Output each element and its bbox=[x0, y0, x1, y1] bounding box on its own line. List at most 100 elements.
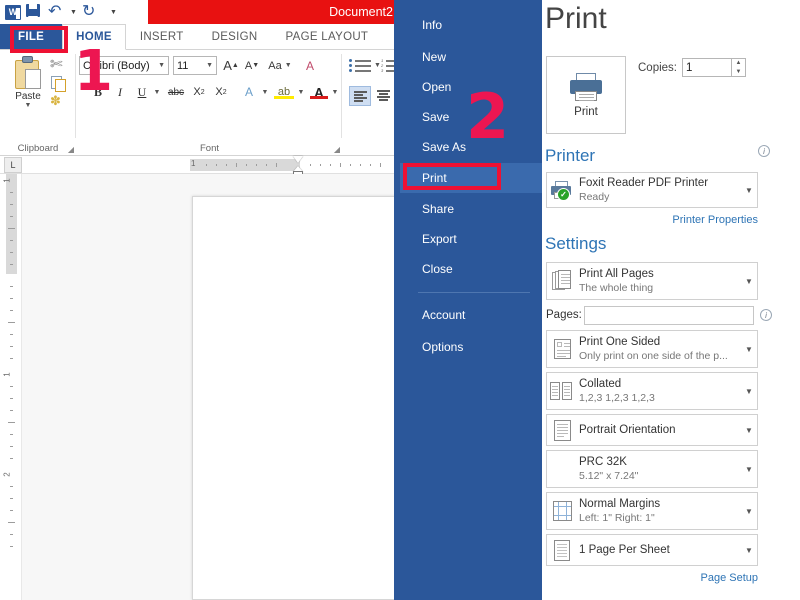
printer-properties-link[interactable]: Printer Properties bbox=[602, 214, 758, 226]
setting-margins-text: Normal Margins Left: 1" Right: 1" bbox=[577, 498, 741, 524]
copies-increment-icon[interactable]: ▲ bbox=[736, 60, 742, 66]
setting-pages-per-sheet-combo[interactable]: 1 Page Per Sheet ▼ bbox=[546, 534, 758, 566]
pages-row: Pages: i bbox=[546, 305, 776, 325]
document-canvas[interactable] bbox=[22, 174, 394, 600]
vertical-ruler[interactable]: 1 1 2 bbox=[0, 174, 22, 600]
setting-paper-size-combo[interactable]: PRC 32K 5.12" x 7.24" ▼ bbox=[546, 450, 758, 488]
paste-button[interactable]: Paste ▼ bbox=[8, 56, 48, 109]
font-dialog-launcher-icon[interactable]: ◢ bbox=[334, 145, 340, 154]
clear-formatting-icon[interactable]: A bbox=[299, 56, 321, 75]
ruler-track[interactable]: 1 bbox=[190, 156, 394, 176]
bullets-icon[interactable] bbox=[349, 58, 373, 72]
setting-print-range-dropdown-icon[interactable]: ▼ bbox=[741, 277, 757, 286]
printer-section-title: Printer bbox=[545, 146, 596, 165]
font-color-swatch bbox=[310, 96, 328, 99]
first-line-indent-marker[interactable] bbox=[293, 156, 303, 163]
setting-collate-combo[interactable]: Collated 1,2,3 1,2,3 1,2,3 ▼ bbox=[546, 372, 758, 410]
copies-stepper[interactable]: ▲ ▼ bbox=[732, 58, 746, 77]
align-left-icon[interactable] bbox=[349, 86, 371, 106]
setting-margins-main: Normal Margins bbox=[579, 498, 661, 510]
annotation-number-1: 1 bbox=[74, 39, 113, 104]
setting-sides-dropdown-icon[interactable]: ▼ bbox=[741, 345, 757, 354]
tab-design[interactable]: DESIGN bbox=[198, 24, 272, 49]
shrink-font-icon[interactable]: A ▼ bbox=[242, 56, 262, 75]
font-size-dropdown-icon[interactable]: ▼ bbox=[206, 62, 213, 69]
setting-paper-size-sub: 5.12" x 7.24" bbox=[579, 470, 639, 482]
setting-orientation-combo[interactable]: Portrait Orientation ▼ bbox=[546, 414, 758, 446]
pages-input[interactable] bbox=[584, 305, 754, 325]
pages-label: Pages: bbox=[546, 309, 582, 321]
horizontal-ruler[interactable]: L 1 bbox=[0, 156, 394, 176]
setting-print-range-main: Print All Pages bbox=[579, 268, 654, 280]
backstage-item-new[interactable]: New bbox=[400, 42, 542, 72]
setting-pages-per-sheet-main: 1 Page Per Sheet bbox=[579, 544, 670, 556]
printer-icon bbox=[568, 72, 604, 102]
print-button[interactable]: Print bbox=[546, 56, 626, 134]
setting-pages-per-sheet-dropdown-icon[interactable]: ▼ bbox=[741, 546, 757, 555]
printer-combo-text: Foxit Reader PDF Printer Ready bbox=[577, 177, 741, 203]
pages-per-sheet-icon bbox=[547, 539, 577, 561]
setting-print-range-combo[interactable]: Print All Pages The whole thing ▼ bbox=[546, 262, 758, 300]
save-icon[interactable] bbox=[26, 3, 43, 21]
setting-sides-combo[interactable]: Print One Sided Only print on one side o… bbox=[546, 330, 758, 368]
customize-qat-icon[interactable]: ▼ bbox=[110, 9, 117, 16]
setting-sides-main: Print One Sided bbox=[579, 336, 661, 348]
align-center-icon[interactable] bbox=[373, 86, 394, 106]
clipboard-dialog-launcher-icon[interactable]: ◢ bbox=[68, 145, 74, 154]
superscript-label: X bbox=[215, 86, 223, 98]
underline-icon[interactable]: U bbox=[133, 82, 151, 102]
backstage-item-share[interactable]: Share bbox=[400, 194, 542, 224]
ribbon-group-font: Calibri (Body) ▼ 11 ▼ A ▲ A ▼ Aa ▼ A B I… bbox=[77, 50, 342, 155]
highlight-color-icon[interactable]: ab bbox=[273, 82, 295, 102]
tab-page-layout[interactable]: PAGE LAYOUT bbox=[272, 24, 383, 49]
pages-info-icon[interactable]: i bbox=[760, 309, 772, 321]
printer-combo[interactable]: ✓ Foxit Reader PDF Printer Ready ▼ bbox=[546, 172, 758, 208]
superscript-icon[interactable]: X2 bbox=[211, 82, 231, 102]
cut-icon[interactable]: ✄ bbox=[50, 56, 74, 73]
setting-orientation-text: Portrait Orientation bbox=[577, 424, 741, 436]
strikethrough-icon[interactable]: abc bbox=[165, 82, 187, 102]
redo-icon[interactable]: ↻ bbox=[82, 3, 99, 21]
paste-dropdown-icon[interactable]: ▼ bbox=[8, 102, 48, 109]
backstage-item-account[interactable]: Account bbox=[400, 300, 542, 330]
numbering-icon[interactable]: 1 2 3 bbox=[381, 58, 394, 73]
ribbon-group-clipboard: Paste ▼ ✄ ✽ Clipboard ◢ bbox=[0, 50, 76, 155]
bullets-dropdown-icon[interactable]: ▼ bbox=[374, 62, 381, 69]
backstage-item-options[interactable]: Options bbox=[400, 332, 542, 362]
italic-icon[interactable]: I bbox=[111, 82, 129, 102]
copies-input[interactable]: 1 bbox=[682, 58, 732, 77]
copy-icon[interactable] bbox=[51, 76, 66, 92]
highlight-dropdown-icon[interactable]: ▼ bbox=[296, 82, 306, 102]
setting-margins-sub: Left: 1" Right: 1" bbox=[579, 512, 655, 524]
tab-stop-selector[interactable]: L bbox=[4, 157, 22, 173]
text-effects-dropdown-icon[interactable]: ▼ bbox=[260, 82, 270, 102]
format-painter-icon[interactable]: ✽ bbox=[50, 93, 74, 108]
document-page[interactable] bbox=[192, 196, 394, 600]
text-effects-icon[interactable]: A bbox=[239, 82, 259, 102]
font-size-input[interactable]: 11 ▼ bbox=[173, 56, 217, 75]
annotation-box-file-tab bbox=[10, 26, 68, 53]
printer-info-icon[interactable]: i bbox=[758, 145, 770, 157]
change-case-icon[interactable]: Aa ▼ bbox=[266, 56, 294, 75]
font-color-dropdown-icon[interactable]: ▼ bbox=[330, 82, 340, 102]
subscript-icon[interactable]: X2 bbox=[189, 82, 209, 102]
undo-dropdown-icon[interactable]: ▼ bbox=[70, 9, 77, 16]
setting-margins-combo[interactable]: Normal Margins Left: 1" Right: 1" ▼ bbox=[546, 492, 758, 530]
page-setup-link[interactable]: Page Setup bbox=[642, 572, 759, 584]
backstage-item-close[interactable]: Close bbox=[400, 254, 542, 284]
printer-dropdown-icon[interactable]: ▼ bbox=[741, 186, 757, 195]
setting-margins-dropdown-icon[interactable]: ▼ bbox=[741, 507, 757, 516]
backstage-item-export[interactable]: Export bbox=[400, 224, 542, 254]
grow-font-icon[interactable]: A ▲ bbox=[221, 56, 241, 75]
setting-orientation-dropdown-icon[interactable]: ▼ bbox=[741, 426, 757, 435]
font-name-dropdown-icon[interactable]: ▼ bbox=[158, 62, 165, 69]
backstage-item-info[interactable]: Info bbox=[400, 10, 542, 40]
setting-collate-sub: 1,2,3 1,2,3 1,2,3 bbox=[579, 392, 655, 404]
setting-paper-size-dropdown-icon[interactable]: ▼ bbox=[741, 465, 757, 474]
copies-decrement-icon[interactable]: ▼ bbox=[736, 69, 742, 75]
setting-collate-dropdown-icon[interactable]: ▼ bbox=[741, 387, 757, 396]
underline-dropdown-icon[interactable]: ▼ bbox=[152, 82, 162, 102]
tab-insert[interactable]: INSERT bbox=[126, 24, 198, 49]
undo-icon[interactable]: ↶ bbox=[48, 3, 65, 21]
font-color-icon[interactable]: A bbox=[309, 82, 329, 102]
